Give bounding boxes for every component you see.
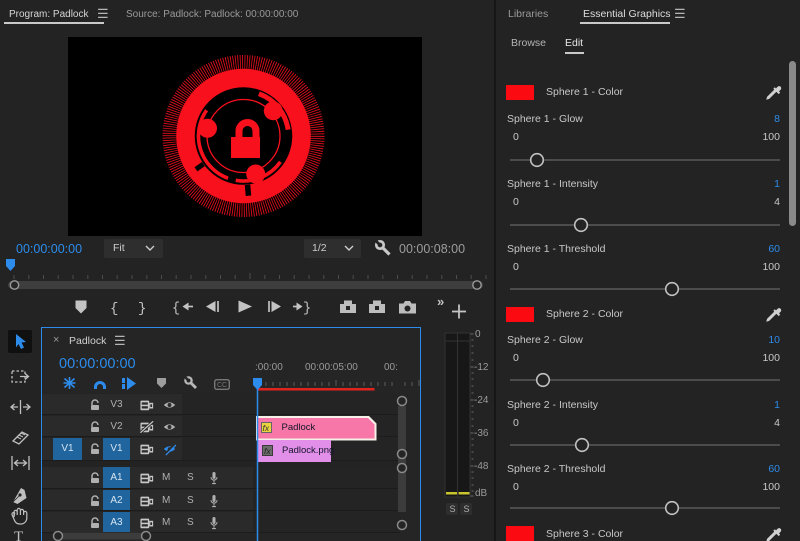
svg-text:-36: -36 xyxy=(474,428,489,439)
svg-text:S: S xyxy=(450,504,456,514)
svg-text:-48: -48 xyxy=(474,461,489,472)
svg-text:{: { xyxy=(110,301,118,317)
svg-text:CC: CC xyxy=(217,382,227,389)
svg-text:0: 0 xyxy=(475,329,481,340)
svg-text:{: { xyxy=(172,302,180,317)
svg-text:»: » xyxy=(437,296,444,309)
svg-text:-12: -12 xyxy=(474,362,489,373)
svg-text:dB: dB xyxy=(475,488,488,499)
svg-text:-24: -24 xyxy=(474,395,489,406)
svg-text:}: } xyxy=(138,301,146,317)
svg-text:S: S xyxy=(464,504,470,514)
svg-text:}: } xyxy=(303,302,311,317)
svg-text:T: T xyxy=(14,529,23,541)
